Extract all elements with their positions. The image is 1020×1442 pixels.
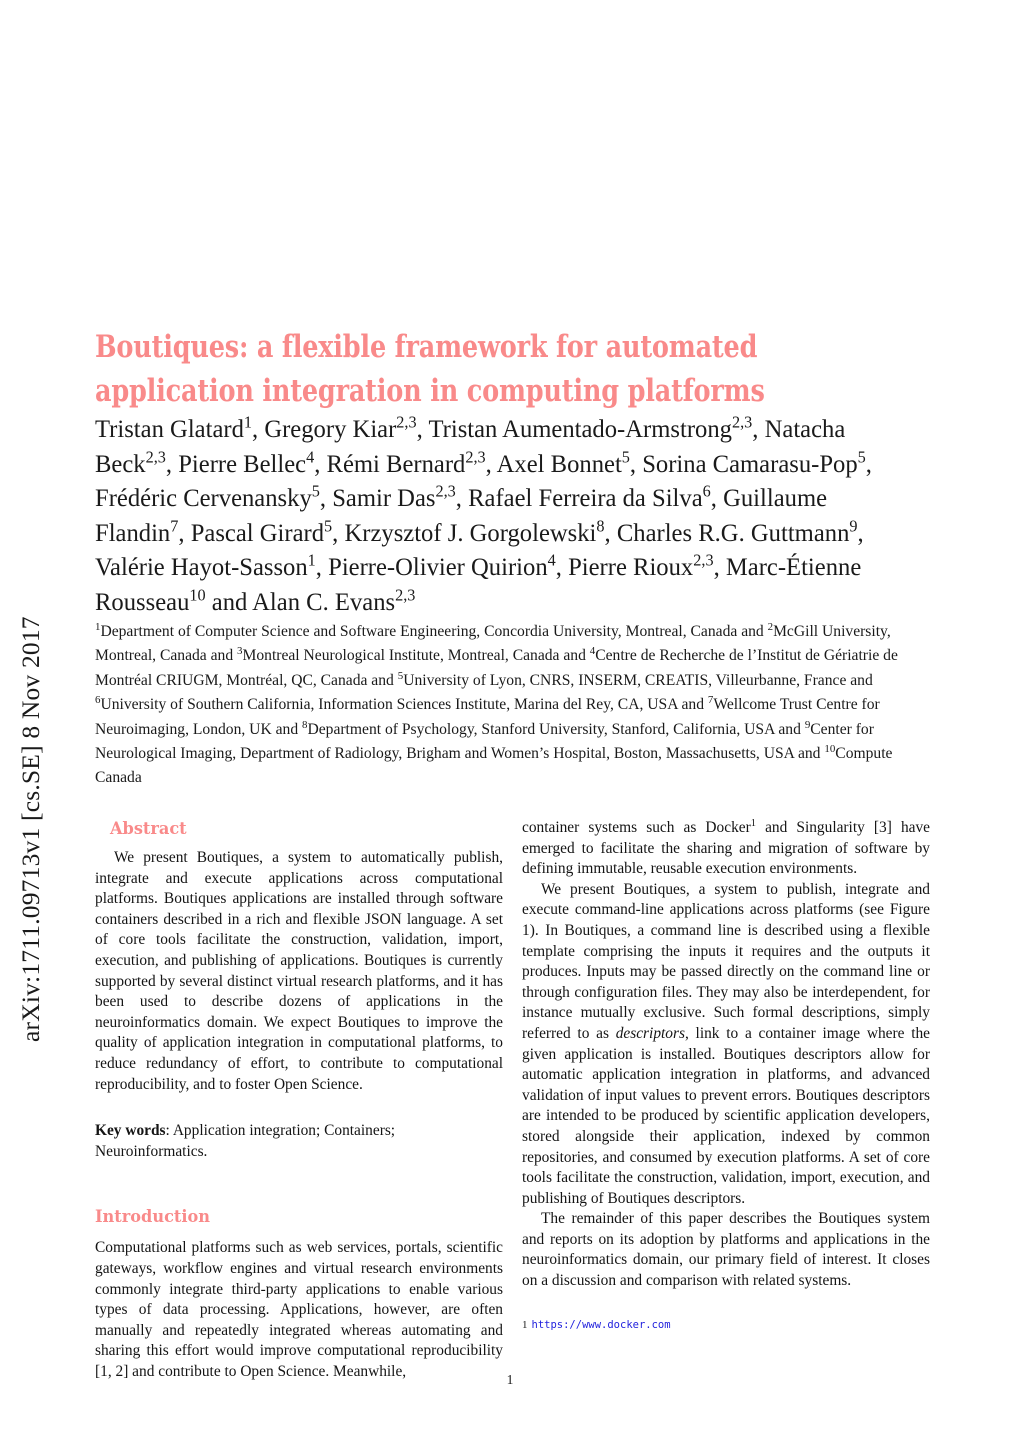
right-paragraph-1: container systems such as Docker1 and Si… [522,817,930,878]
affiliation-list: 1Department of Computer Science and Soft… [95,620,898,787]
footnote: 1 https://www.docker.com [522,1318,930,1332]
right-paragraph-3: The remainder of this paper describes th… [522,1210,930,1290]
arxiv-stamp-text: arXiv:1711.09713v1 [cs.SE] 8 Nov 2017 [16,616,45,1042]
paper-page: arXiv:1711.09713v1 [cs.SE] 8 Nov 2017 Bo… [0,0,1020,1442]
abstract-text: We present Boutiques, a system to automa… [95,849,503,1093]
right-paragraph-2: We present Boutiques, a system to publis… [522,880,930,1207]
keywords-line: Key words: Application integration; Cont… [95,1121,503,1162]
footnote-url-link[interactable]: https://www.docker.com [532,1319,671,1331]
abstract-heading: Abstract [110,819,187,839]
left-column: Abstract We present Boutiques, a system … [95,818,503,1382]
introduction-heading: Introduction [95,1207,211,1228]
footnote-number: 1 [522,1319,528,1331]
arxiv-stamp: arXiv:1711.09713v1 [cs.SE] 8 Nov 2017 [0,0,62,1442]
right-column: container systems such as Docker1 and Si… [522,818,930,1292]
page-number: 1 [506,1372,514,1387]
page-title: Boutiques: a flexible framework for auto… [95,325,839,413]
title-line-2: application integration in computing pla… [95,373,765,410]
title-line-1: Boutiques: a flexible framework for auto… [95,329,758,366]
author-list: Tristan Glatard1, Gregory Kiar2,3, Trist… [95,412,872,616]
intro-paragraph-1: Computational platforms such as web serv… [95,1239,503,1380]
keywords-label: Key words [95,1122,166,1140]
introduction-block: Introduction Computational platforms suc… [95,1206,503,1382]
